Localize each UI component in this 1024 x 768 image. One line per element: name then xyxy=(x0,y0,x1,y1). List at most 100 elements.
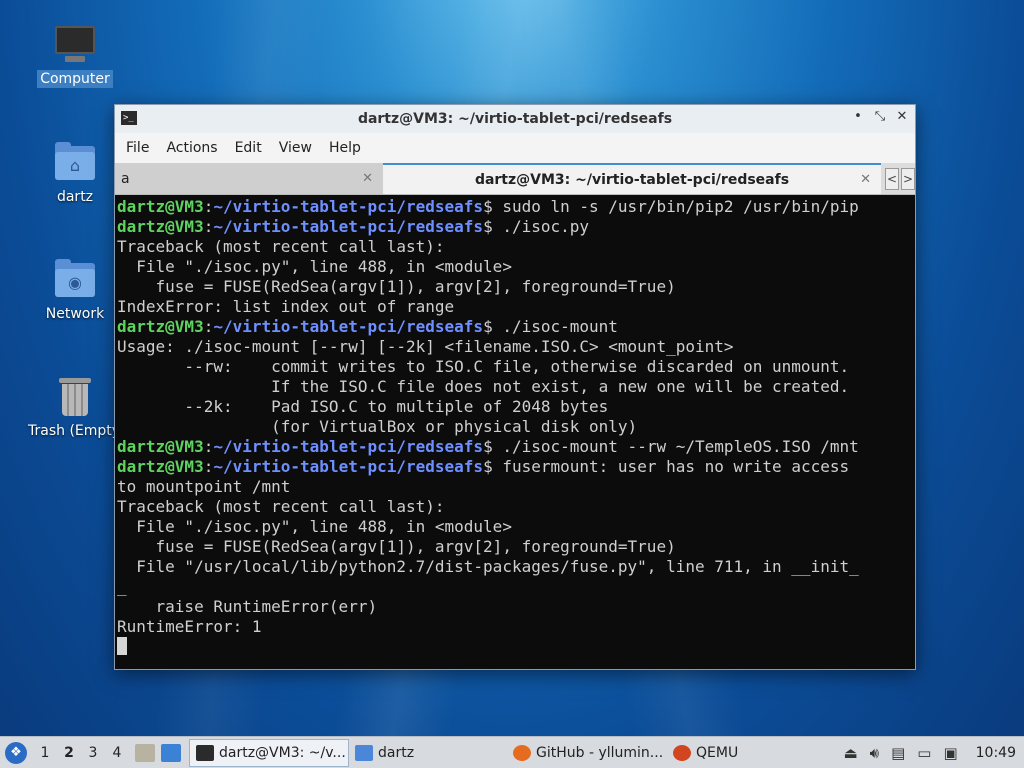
task-label: GitHub - yllumin... xyxy=(536,744,664,761)
command-text: $ ./isoc-mount xyxy=(483,317,618,336)
terminal-output[interactable]: dartz@VM3:~/virtio-tablet-pci/redseafs$ … xyxy=(117,197,913,665)
desktop-icon-trash[interactable]: Trash (Empty) xyxy=(25,374,126,440)
minimize-button[interactable]: • xyxy=(851,109,865,124)
window-title: dartz@VM3: ~/virtio-tablet-pci/redseafs xyxy=(357,111,673,127)
tab-close-icon[interactable]: ✕ xyxy=(860,172,871,187)
clipboard-icon[interactable]: ▤ xyxy=(891,744,905,762)
terminal-line: raise RuntimeError(err) xyxy=(117,597,378,616)
workspace-4[interactable]: 4 xyxy=(105,745,129,761)
close-button[interactable]: ✕ xyxy=(895,109,909,124)
task-label: dartz@VM3: ~/v... xyxy=(219,744,346,761)
clock[interactable]: 10:49 xyxy=(976,745,1016,761)
terminal-line: Usage: ./isoc-mount [--rw] [--2k] <filen… xyxy=(117,337,734,356)
terminal-line: File "./isoc.py", line 488, in <module> xyxy=(117,257,512,276)
display-icon[interactable]: ▣ xyxy=(943,744,957,762)
task-qemu[interactable]: QEMU xyxy=(667,739,817,767)
task-terminal[interactable]: dartz@VM3: ~/v... xyxy=(189,738,349,767)
maximize-button[interactable]: ⤡ xyxy=(873,109,887,124)
tab-a[interactable]: a ✕ xyxy=(115,163,383,194)
task-label: dartz xyxy=(378,744,415,761)
terminal-window[interactable]: >_ dartz@VM3: ~/virtio-tablet-pci/redsea… xyxy=(114,104,916,670)
menu-file[interactable]: File xyxy=(117,140,157,156)
command-text: $ ./isoc-mount --rw ~/TempleOS.ISO /mnt xyxy=(483,437,859,456)
prompt-path: ~/virtio-tablet-pci/redseafs xyxy=(213,437,484,456)
prompt-user: dartz@VM3 xyxy=(117,317,204,336)
network-folder-icon: ◉ xyxy=(53,257,97,301)
prompt-path: ~/virtio-tablet-pci/redseafs xyxy=(213,197,484,216)
quick-launch xyxy=(135,743,181,762)
command-text: $ ./isoc.py xyxy=(483,217,590,236)
terminal-line: dartz@VM3:~/virtio-tablet-pci/redseafs$ … xyxy=(117,437,859,456)
terminal-icon xyxy=(196,744,214,761)
prompt-user: dartz@VM3 xyxy=(117,197,204,216)
terminal-line: --2k: Pad ISO.C to multiple of 2048 byte… xyxy=(117,397,609,416)
lxqt-start-icon[interactable]: ❖ xyxy=(5,741,27,764)
tab-redseafs[interactable]: dartz@VM3: ~/virtio-tablet-pci/redseafs … xyxy=(383,163,881,194)
terminal-icon: >_ xyxy=(121,111,137,125)
desktop-icon-network[interactable]: ◉ Network xyxy=(25,257,125,323)
tab-bar: a ✕ dartz@VM3: ~/virtio-tablet-pci/redse… xyxy=(115,163,915,195)
task-dartz[interactable]: dartz xyxy=(349,739,507,767)
show-desktop-icon[interactable] xyxy=(135,743,155,762)
tab-prev-button[interactable]: < xyxy=(885,167,899,190)
desktop-icon-label: dartz xyxy=(56,189,94,205)
prompt-path: ~/virtio-tablet-pci/redseafs xyxy=(213,457,484,476)
command-text: $ sudo ln -s /usr/bin/pip2 /usr/bin/pip xyxy=(483,197,859,216)
terminal-line: fuse = FUSE(RedSea(argv[1]), argv[2], fo… xyxy=(117,277,676,296)
prompt-user: dartz@VM3 xyxy=(117,437,204,456)
window-titlebar[interactable]: >_ dartz@VM3: ~/virtio-tablet-pci/redsea… xyxy=(115,105,915,133)
prompt-path: ~/virtio-tablet-pci/redseafs xyxy=(213,317,484,336)
terminal-line: Traceback (most recent call last): xyxy=(117,497,445,516)
desktop-icon-computer[interactable]: Computer xyxy=(25,22,125,88)
firefox-icon xyxy=(513,744,531,761)
eject-icon[interactable]: ⏏ xyxy=(843,744,857,762)
task-label: QEMU xyxy=(696,744,739,761)
prompt-path: ~/virtio-tablet-pci/redseafs xyxy=(213,217,484,236)
menu-bar: File Actions Edit View Help xyxy=(115,133,915,163)
terminal-line: to mountpoint /mnt xyxy=(117,477,291,496)
tab-next-button[interactable]: > xyxy=(901,167,915,190)
terminal-line: Traceback (most recent call last): xyxy=(117,237,445,256)
task-firefox[interactable]: GitHub - yllumin... xyxy=(507,739,667,767)
desktop-icon-label: Network xyxy=(45,306,105,322)
command-text: $ fusermount: user has no write access xyxy=(483,457,850,476)
tab-close-icon[interactable]: ✕ xyxy=(362,171,373,186)
menu-actions[interactable]: Actions xyxy=(157,140,225,156)
terminal-line: _ xyxy=(117,577,127,596)
system-tray: ⏏ 🔊︎ ▤ ▭ ▣ 10:49 xyxy=(843,744,1024,762)
terminal-cursor xyxy=(117,637,127,655)
terminal-line: IndexError: list index out of range xyxy=(117,297,455,316)
desktop-icon-dartz[interactable]: ⌂ dartz xyxy=(25,140,125,206)
menu-view[interactable]: View xyxy=(270,140,320,156)
network-icon[interactable]: ▭ xyxy=(917,744,931,762)
terminal-line: dartz@VM3:~/virtio-tablet-pci/redseafs$ … xyxy=(117,457,850,476)
trash-icon xyxy=(53,374,97,418)
terminal-line: dartz@VM3:~/virtio-tablet-pci/redseafs$ … xyxy=(117,317,618,336)
menu-help[interactable]: Help xyxy=(320,140,369,156)
workspace-switcher: 1 2 3 4 xyxy=(33,745,129,761)
terminal-line: File "./isoc.py", line 488, in <module> xyxy=(117,517,512,536)
prompt-user: dartz@VM3 xyxy=(117,217,204,236)
home-folder-icon: ⌂ xyxy=(53,140,97,184)
terminal-line: If the ISO.C file does not exist, a new … xyxy=(117,377,850,396)
workspace-2[interactable]: 2 xyxy=(57,745,81,761)
tab-label: dartz@VM3: ~/virtio-tablet-pci/redseafs xyxy=(474,171,790,188)
taskbar: ❖ 1 2 3 4 dartz@VM3: ~/v... dartz GitHub… xyxy=(0,736,1024,768)
desktop-icon-label: Trash (Empty) xyxy=(28,423,126,439)
menu-edit[interactable]: Edit xyxy=(226,140,270,156)
file-manager-icon[interactable] xyxy=(161,743,181,762)
folder-icon xyxy=(355,744,373,761)
terminal-line: RuntimeError: 1 xyxy=(117,617,262,636)
workspace-1[interactable]: 1 xyxy=(33,745,57,761)
terminal-line xyxy=(117,637,913,657)
terminal-line: --rw: commit writes to ISO.C file, other… xyxy=(117,357,850,376)
volume-icon[interactable]: 🔊︎ xyxy=(870,744,879,762)
computer-icon xyxy=(53,22,97,66)
terminal-line: dartz@VM3:~/virtio-tablet-pci/redseafs$ … xyxy=(117,217,590,236)
qemu-icon xyxy=(673,744,691,761)
workspace-3[interactable]: 3 xyxy=(81,745,105,761)
tab-label: a xyxy=(121,170,130,187)
desktop-icon-label: Computer xyxy=(37,70,113,88)
terminal-line: (for VirtualBox or physical disk only) xyxy=(117,417,638,436)
terminal-line: fuse = FUSE(RedSea(argv[1]), argv[2], fo… xyxy=(117,537,676,556)
